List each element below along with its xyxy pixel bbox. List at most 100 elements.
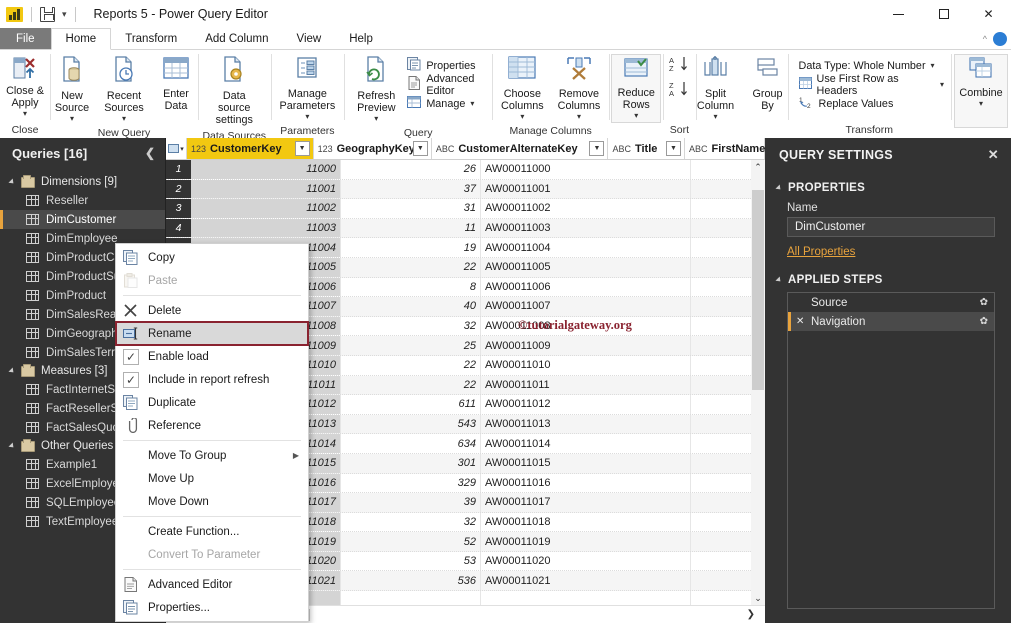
table-cell-customeralternatekey[interactable]: AW00011019 (481, 532, 691, 551)
data-source-settings-button[interactable]: Data source settings (201, 54, 268, 128)
properties-section-header[interactable]: PROPERTIES (765, 182, 1011, 194)
reduce-rows-button[interactable]: Reduce Rows ▾ (611, 54, 661, 123)
menu-item-move-down[interactable]: Move Down (116, 490, 308, 513)
query-item-dimcustomer[interactable]: DimCustomer (0, 210, 165, 229)
filter-dropdown-button[interactable]: ▼ (666, 141, 681, 156)
split-column-button[interactable]: Split Column ▾ (691, 54, 741, 123)
table-cell-geographykey[interactable]: 39 (341, 493, 481, 512)
table-cell-customeralternatekey[interactable]: AW00011001 (481, 180, 691, 199)
chevron-down-icon[interactable]: ▾ (577, 112, 581, 121)
gear-icon[interactable]: ✿ (980, 297, 988, 308)
manage-button[interactable]: Manage ▾ (403, 94, 489, 113)
enter-data-button[interactable]: Enter Data (151, 54, 201, 114)
choose-columns-button[interactable]: Choose Columns ▾ (495, 54, 550, 123)
chevron-down-icon[interactable]: ▾ (931, 61, 935, 70)
row-number[interactable]: 1 (166, 160, 191, 179)
advanced-editor-button[interactable]: Advanced Editor (403, 75, 489, 94)
chevron-down-icon[interactable]: ▾ (979, 99, 983, 108)
applied-step-source[interactable]: Source ✿ (788, 293, 994, 312)
menu-item-properties[interactable]: Properties... (116, 596, 308, 619)
remove-columns-button[interactable]: Remove Columns ▾ (552, 54, 607, 123)
menu-item-duplicate[interactable]: Duplicate (116, 391, 308, 414)
name-input[interactable]: DimCustomer (787, 217, 995, 237)
menu-item-reference[interactable]: Reference (116, 414, 308, 437)
chevron-down-icon[interactable]: ▾ (70, 114, 74, 123)
tab-add-column[interactable]: Add Column (191, 28, 282, 49)
tab-home[interactable]: Home (51, 28, 112, 50)
table-cell-geographykey[interactable]: 53 (341, 552, 481, 571)
table-cell-customeralternatekey[interactable]: AW00011010 (481, 356, 691, 375)
close-and-apply-button[interactable]: Close & Apply ▾ (0, 54, 50, 120)
table-cell-customeralternatekey[interactable]: AW00011003 (481, 219, 691, 238)
table-cell-customeralternatekey[interactable]: AW00011013 (481, 415, 691, 434)
table-cell-geographykey[interactable]: 31 (341, 199, 481, 218)
refresh-preview-button[interactable]: Refresh Preview ▾ (351, 54, 401, 125)
group-by-button[interactable]: Group By (743, 54, 793, 114)
table-cell-geographykey[interactable]: 22 (341, 356, 481, 375)
table-cell-geographykey[interactable]: 8 (341, 278, 481, 297)
table-cell-customeralternatekey[interactable]: AW00011006 (481, 278, 691, 297)
column-header-customerkey[interactable]: 123 CustomerKey ▼ (187, 138, 314, 159)
table-cell-geographykey[interactable]: 22 (341, 376, 481, 395)
chevron-down-icon[interactable]: ▾ (305, 112, 309, 121)
tab-file[interactable]: File (0, 28, 51, 49)
menu-item-move-to-group[interactable]: Move To Group▶ (116, 444, 308, 467)
filter-dropdown-button[interactable]: ▼ (413, 141, 428, 156)
expand-triangle-icon[interactable] (8, 442, 15, 449)
table-cell-geographykey[interactable]: 611 (341, 395, 481, 414)
table-cell-customeralternatekey[interactable] (481, 591, 691, 605)
table-cell-customeralternatekey[interactable]: AW00011012 (481, 395, 691, 414)
grid-vertical-scrollbar[interactable]: ⌃ ⌄ (751, 160, 765, 605)
collapse-pane-icon[interactable]: ❮ (145, 146, 155, 160)
close-icon[interactable]: ✕ (988, 147, 999, 163)
applied-step-navigation[interactable]: ✕ Navigation ✿ (788, 312, 994, 331)
use-first-row-as-headers-button[interactable]: Use First Row as Headers ▾ (795, 75, 948, 94)
query-group-dimensions[interactable]: Dimensions [9] (0, 173, 165, 191)
column-header-geographykey[interactable]: 123 GeographyKey ▼ (314, 138, 432, 159)
menu-item-create-function[interactable]: Create Function... (116, 520, 308, 543)
row-number[interactable]: 3 (166, 199, 191, 218)
expand-triangle-icon[interactable] (775, 184, 782, 191)
delete-step-icon[interactable]: ✕ (796, 316, 806, 327)
scroll-down-icon[interactable]: ⌄ (751, 591, 765, 605)
combine-button[interactable]: Combine ▾ (954, 54, 1008, 128)
tab-transform[interactable]: Transform (111, 28, 191, 49)
table-cell-customeralternatekey[interactable]: AW00011020 (481, 552, 691, 571)
minimize-button[interactable] (876, 0, 921, 28)
table-cell-geographykey[interactable] (341, 591, 481, 605)
table-cell-geographykey[interactable]: 32 (341, 317, 481, 336)
menu-item-move-up[interactable]: Move Up (116, 467, 308, 490)
menu-item-delete[interactable]: Delete (116, 299, 308, 322)
row-number[interactable]: 2 (166, 180, 191, 199)
table-cell-customeralternatekey[interactable]: AW00011004 (481, 238, 691, 257)
table-cell-geographykey[interactable]: 37 (341, 180, 481, 199)
tab-view[interactable]: View (283, 28, 336, 49)
maximize-button[interactable] (921, 0, 966, 28)
table-cell-geographykey[interactable]: 329 (341, 474, 481, 493)
table-cell-geographykey[interactable]: 11 (341, 219, 481, 238)
table-cell-customeralternatekey[interactable]: AW00011000 (481, 160, 691, 179)
close-button[interactable]: ✕ (966, 0, 1011, 28)
table-cell-geographykey[interactable]: 301 (341, 454, 481, 473)
chevron-down-icon[interactable]: ▾ (374, 114, 378, 123)
table-cell-geographykey[interactable]: 26 (341, 160, 481, 179)
tab-help[interactable]: Help (335, 28, 387, 49)
replace-values-button[interactable]: 1 2 Replace Values (795, 94, 948, 113)
table-row[interactable]: 31100231AW00011002nullRuben (166, 199, 765, 219)
table-cell-customerkey[interactable]: 11000 (191, 160, 341, 179)
menu-item-advanced-editor[interactable]: Advanced Editor (116, 573, 308, 596)
column-header-firstname[interactable]: ABC FirstName (685, 138, 765, 159)
query-item-reseller[interactable]: Reseller (0, 191, 165, 210)
table-cell-customeralternatekey[interactable]: AW00011005 (481, 258, 691, 277)
row-number[interactable]: 4 (166, 219, 191, 238)
table-cell-customeralternatekey[interactable]: AW00011015 (481, 454, 691, 473)
new-source-button[interactable]: New Source ▾ (47, 54, 97, 125)
table-cell-customeralternatekey[interactable]: AW00011007 (481, 297, 691, 316)
chevron-down-icon[interactable]: ▾ (122, 114, 126, 123)
expand-triangle-icon[interactable] (775, 276, 782, 283)
menu-item-copy[interactable]: Copy (116, 246, 308, 269)
chevron-down-icon[interactable]: ▾ (520, 112, 524, 121)
table-cell-customeralternatekey[interactable]: AW00011018 (481, 513, 691, 532)
table-cell-geographykey[interactable]: 40 (341, 297, 481, 316)
scroll-right-icon[interactable]: ❯ (747, 609, 755, 620)
